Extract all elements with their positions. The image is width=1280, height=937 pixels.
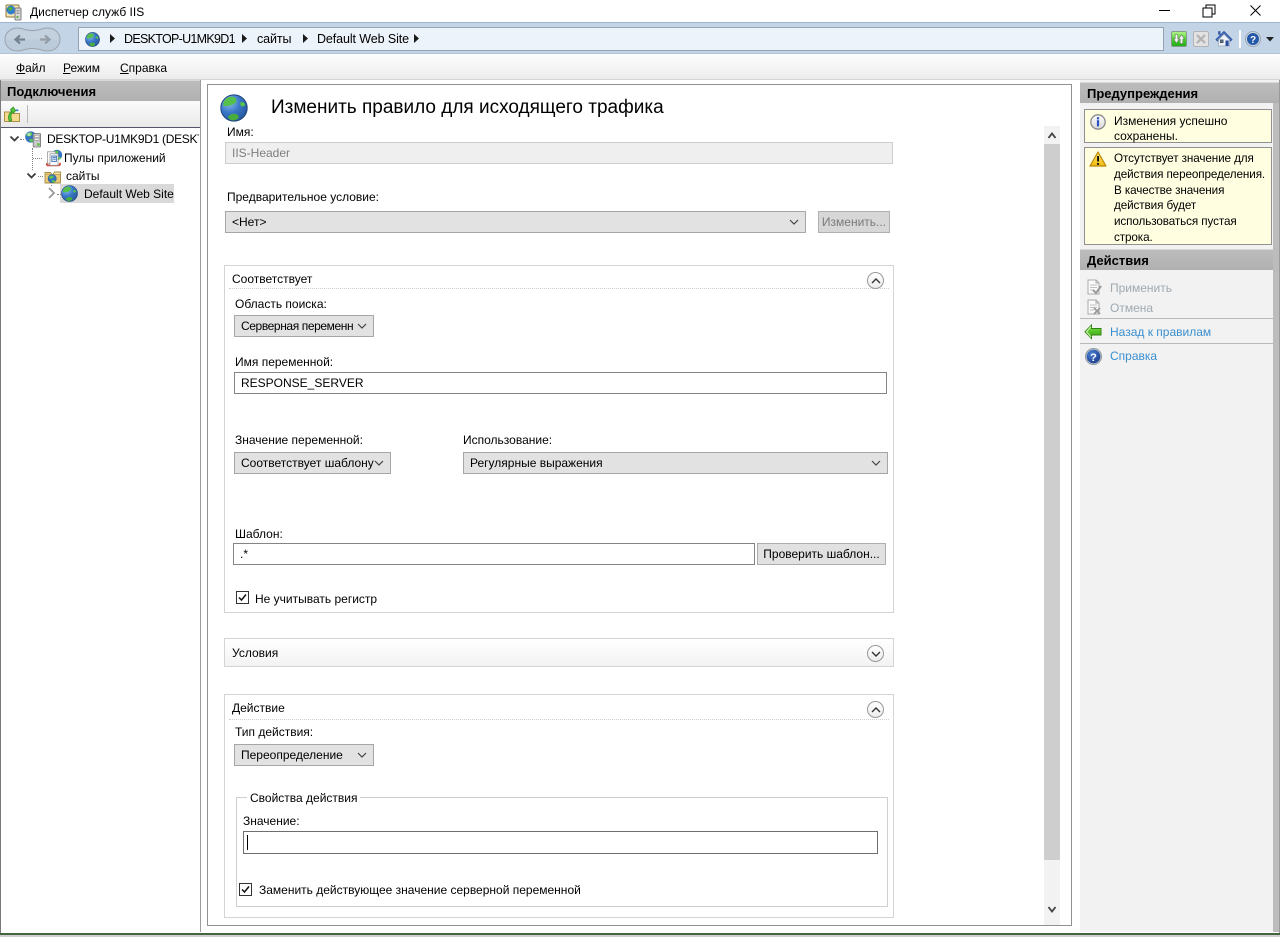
svg-text:?: ? [1250,35,1256,46]
svg-text:?: ? [1090,352,1097,364]
